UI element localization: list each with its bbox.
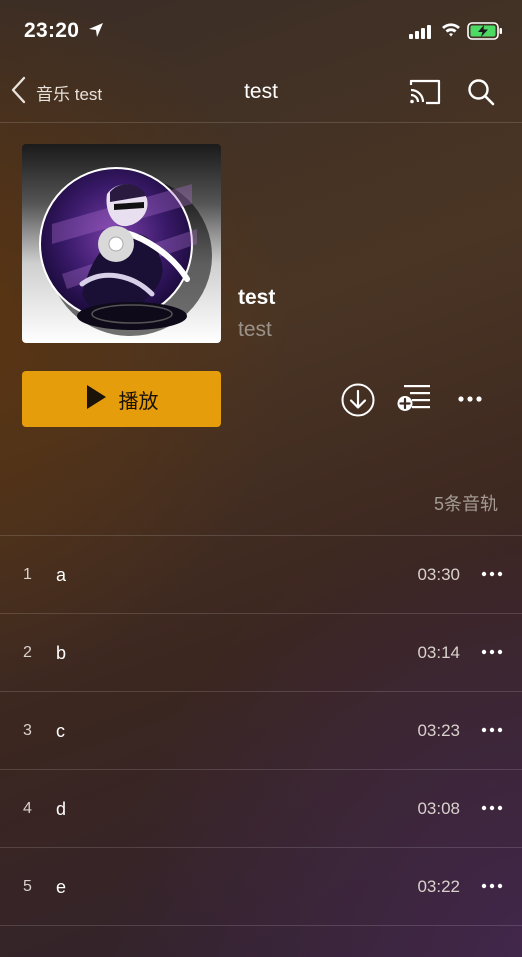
- wifi-icon: [441, 22, 461, 43]
- track-name: b: [56, 643, 67, 663]
- track-name: a: [56, 565, 67, 585]
- track-duration: 03:22: [417, 877, 460, 896]
- track-more-icon[interactable]: [480, 722, 504, 738]
- track-duration: 03:14: [417, 643, 460, 662]
- download-button[interactable]: [340, 382, 376, 423]
- track-row[interactable]: 4 d 03:08: [0, 770, 522, 848]
- more-button[interactable]: [457, 390, 483, 413]
- track-row[interactable]: 5 e 03:22: [0, 848, 522, 926]
- add-to-playlist-icon: [396, 385, 434, 420]
- add-to-playlist-button[interactable]: [396, 382, 434, 421]
- track-list: 1 a 03:30 2 b 03:14 3 c 03:23 4 d 03:08 …: [0, 535, 522, 926]
- track-count: 5条音轨: [433, 494, 498, 514]
- play-label: 播放: [118, 390, 159, 413]
- cellular-signal-icon: [409, 25, 433, 44]
- track-number: 1: [23, 566, 32, 583]
- track-duration: 03:08: [417, 799, 460, 818]
- track-more-icon[interactable]: [480, 878, 504, 894]
- track-number: 5: [23, 878, 32, 895]
- track-more-icon[interactable]: [480, 644, 504, 660]
- track-number: 4: [23, 800, 32, 817]
- search-icon: [467, 79, 495, 110]
- nav-bar: 音乐 test test: [0, 62, 522, 123]
- track-duration: 03:23: [417, 721, 460, 740]
- page-title: test: [244, 80, 278, 103]
- play-icon: [85, 384, 107, 415]
- album-cover: [22, 144, 221, 343]
- download-icon: [340, 383, 376, 422]
- more-icon: [457, 395, 483, 412]
- location-arrow-icon: [88, 22, 104, 43]
- cast-button[interactable]: [408, 78, 442, 111]
- status-time: 23:20: [24, 19, 80, 42]
- track-row[interactable]: 1 a 03:30: [0, 536, 522, 614]
- track-row[interactable]: 2 b 03:14: [0, 614, 522, 692]
- play-button[interactable]: 播放: [22, 371, 221, 427]
- album-title: test: [238, 286, 276, 309]
- dj-vinyl-cover-art: [39, 167, 212, 336]
- status-bar: 23:20: [0, 0, 522, 60]
- album-artist[interactable]: test: [238, 318, 272, 342]
- cast-icon: [408, 79, 442, 110]
- track-name: d: [56, 799, 67, 819]
- track-number: 3: [23, 722, 32, 739]
- track-more-icon[interactable]: [480, 800, 504, 816]
- track-name: e: [56, 877, 67, 897]
- track-duration: 03:30: [417, 565, 460, 584]
- track-row[interactable]: 3 c 03:23: [0, 692, 522, 770]
- search-button[interactable]: [467, 78, 495, 111]
- track-number: 2: [23, 644, 32, 661]
- track-name: c: [56, 721, 65, 741]
- battery-charging-icon: [467, 22, 503, 45]
- track-more-icon[interactable]: [480, 566, 504, 582]
